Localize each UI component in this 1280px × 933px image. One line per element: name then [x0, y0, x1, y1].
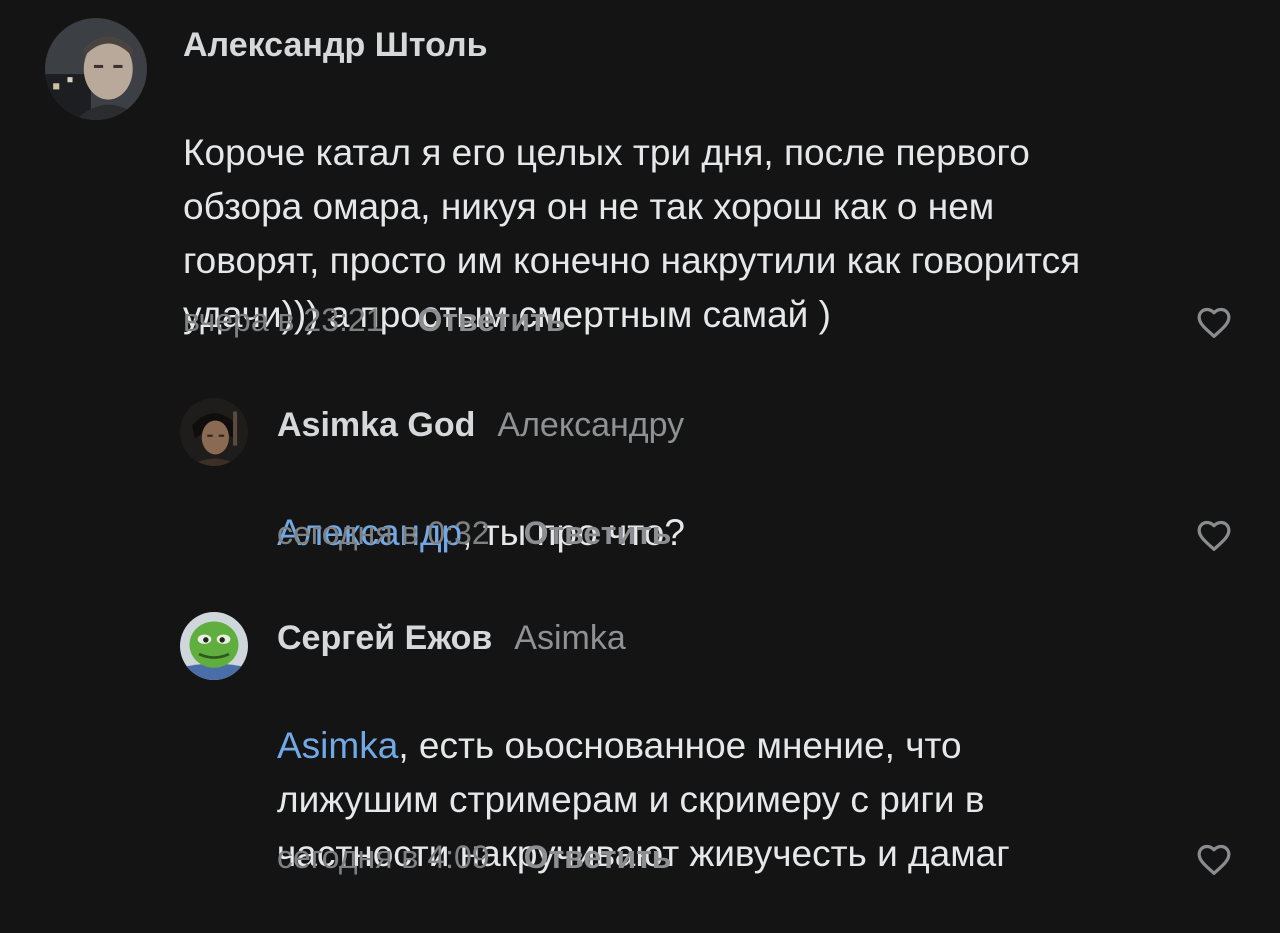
comment-meta: сегодня в 4:09 Ответить — [277, 837, 671, 877]
author-line: Asimka God Александру — [277, 405, 684, 445]
author-name[interactable]: Александр Штоль — [183, 26, 488, 64]
comment-meta: сегодня в 0:32 Ответить — [277, 513, 671, 553]
reply-button[interactable]: Ответить — [417, 302, 565, 338]
comment-1: Александр Штоль Короче катал я его целых… — [0, 0, 1280, 360]
avatar[interactable] — [180, 398, 248, 466]
heart-outline-icon[interactable] — [1195, 518, 1233, 552]
avatar[interactable] — [180, 612, 248, 680]
heart-outline-icon[interactable] — [1195, 842, 1233, 876]
reply-button[interactable]: Ответить — [524, 515, 672, 551]
reply-button[interactable]: Ответить — [524, 839, 672, 875]
heart-outline-icon[interactable] — [1195, 305, 1233, 339]
timestamp: сегодня в 0:32 — [277, 515, 490, 551]
author-line: Сергей Ежов Asimka — [277, 618, 626, 658]
comment-3: Сергей Ежов Asimka Asimka, есть оьоснован… — [0, 595, 1280, 925]
timestamp: сегодня в 4:09 — [277, 839, 490, 875]
avatar[interactable] — [45, 18, 147, 120]
mention-link[interactable]: Asimka — [277, 725, 398, 766]
reply-to-name[interactable]: Asimka — [514, 619, 625, 657]
author-name[interactable]: Asimka God — [277, 406, 475, 444]
reply-to-name[interactable]: Александру — [497, 406, 684, 444]
author-name[interactable]: Сергей Ежов — [277, 619, 492, 657]
author-line: Александр Штоль — [183, 25, 488, 65]
comment-2: Asimka God Александру Александр, ты про ч… — [0, 380, 1280, 570]
timestamp: вчера в 23:21 — [183, 302, 384, 338]
comment-meta: вчера в 23:21 Ответить — [183, 300, 565, 340]
